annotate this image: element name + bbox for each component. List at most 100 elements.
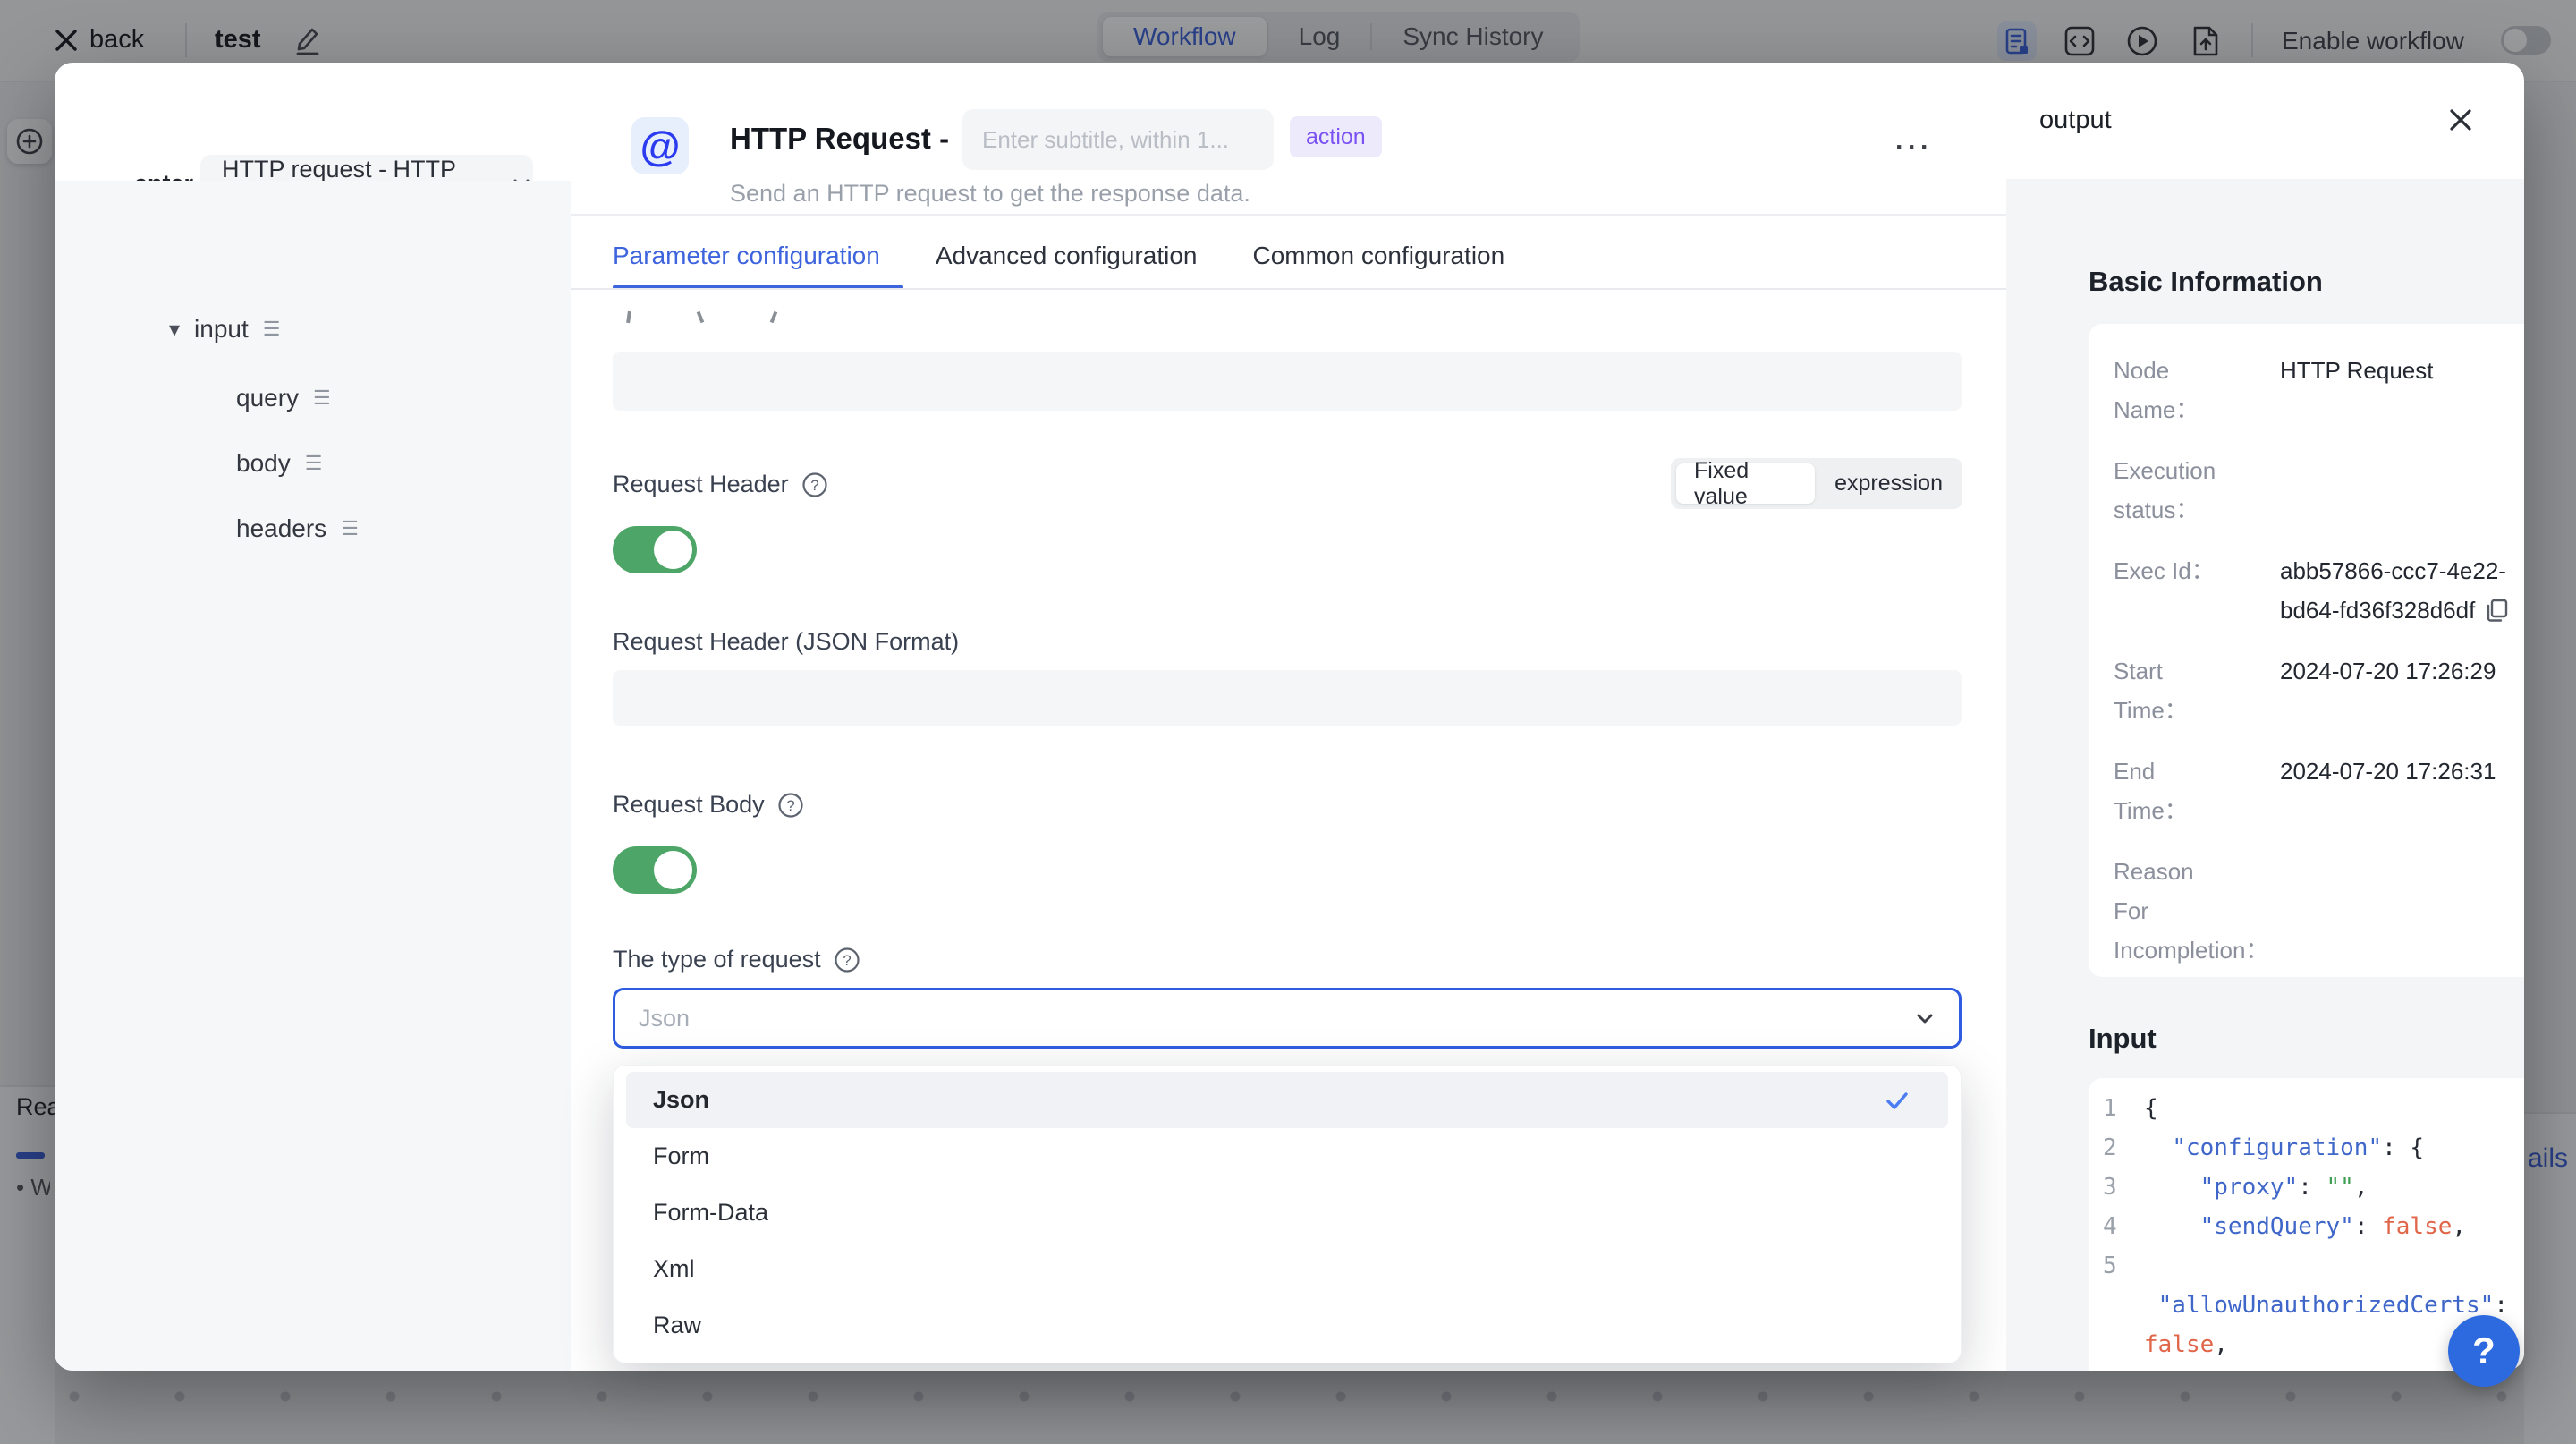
clipped-text-fragment	[626, 311, 631, 323]
code-line: 3 "proxy": "",	[2103, 1168, 2524, 1207]
info-value: 2024-07-20 17:26:31	[2280, 752, 2524, 791]
line-content: "allowUnauthorizedCerts":	[2144, 1286, 2508, 1325]
request-type-select[interactable]: Json	[613, 988, 1962, 1049]
value-mode-switch: Fixed valueexpression	[1671, 458, 1962, 509]
info-row: End Time： 2024-07-20 17:26:31	[2114, 752, 2524, 830]
dropdown-option-label: Form	[653, 1142, 709, 1170]
node-description: Send an HTTP request to get the response…	[730, 180, 1250, 208]
action-badge: action	[1290, 116, 1382, 157]
json-header-label: Request Header (JSON Format)	[613, 628, 959, 656]
json-header-textarea[interactable]	[613, 670, 1962, 726]
tab-common-configuration[interactable]: Common configuration	[1252, 242, 1504, 292]
more-menu-icon[interactable]: ···	[1895, 132, 1933, 163]
request-type-dropdown: Json Form Form-Data Xml Raw	[613, 1065, 1962, 1363]
output-panel-title: output	[2039, 106, 2112, 135]
dropdown-option-json[interactable]: Json	[626, 1072, 1948, 1128]
line-content: "configuration": {	[2144, 1128, 2424, 1168]
value-mode-expression[interactable]: expression	[1815, 471, 1962, 497]
line-number: 1	[2103, 1089, 2144, 1128]
info-label: Reason For Incompletion：	[2114, 852, 2267, 970]
output-panel-body: Basic Information Node Name： HTTP Request…	[2006, 179, 2524, 1371]
value-mode-fixed-value[interactable]: Fixed value	[1676, 463, 1815, 504]
tree-node-label: query	[236, 384, 299, 412]
question-circle-icon: ?	[801, 471, 828, 498]
drag-handle-icon[interactable]: ☰	[305, 452, 323, 475]
help-button[interactable]: ?	[2448, 1315, 2520, 1387]
dropdown-option-label: Json	[653, 1086, 709, 1114]
info-label: Node Name：	[2114, 351, 2267, 429]
info-row: Exec Id：abb57866-ccc7-4e22-bd64-fd36f328…	[2114, 551, 2524, 630]
subtitle-input[interactable]: Enter subtitle, within 1...	[962, 109, 1274, 170]
dropdown-option-label: Raw	[653, 1312, 701, 1339]
close-icon[interactable]	[2441, 100, 2480, 140]
line-content: "sendQuery": false,	[2144, 1207, 2466, 1246]
info-value: HTTP Request	[2280, 351, 2524, 390]
line-content: false,	[2144, 1325, 2228, 1364]
code-line: 4 "sendQuery": false,	[2103, 1207, 2524, 1246]
request-body-toggle[interactable]	[613, 846, 697, 894]
basic-information-card: Node Name： HTTP Request Execution status： E…	[2089, 324, 2524, 977]
svg-text:?: ?	[843, 952, 851, 969]
chevron-down-icon	[1912, 1006, 1937, 1031]
clipped-text-fragment	[770, 311, 778, 324]
line-number: 5	[2103, 1246, 2144, 1286]
line-number: 4	[2103, 1207, 2144, 1246]
request-header-label: Request Header ?	[613, 471, 828, 498]
dropdown-option-label: Xml	[653, 1255, 695, 1283]
check-icon	[1884, 1087, 1911, 1114]
code-line: "allowUnauthorizedCerts":	[2103, 1286, 2524, 1325]
drag-handle-icon[interactable]: ☰	[313, 386, 331, 410]
drag-handle-icon[interactable]: ☰	[341, 517, 359, 540]
request-header-toggle[interactable]	[613, 526, 697, 573]
divider	[571, 288, 2061, 290]
dropdown-option-xml[interactable]: Xml	[626, 1241, 1948, 1297]
tab-advanced-configuration[interactable]: Advanced configuration	[936, 242, 1198, 292]
copy-icon[interactable]	[2484, 597, 2511, 624]
code-line: 5	[2103, 1246, 2524, 1286]
info-row: Execution status：	[2114, 451, 2524, 530]
info-label: Execution status：	[2114, 451, 2267, 530]
dropdown-option-form[interactable]: Form	[626, 1128, 1948, 1185]
code-line: 2 "configuration": {	[2103, 1128, 2524, 1168]
info-row: Reason For Incompletion：	[2114, 852, 2524, 970]
tree-node-headers[interactable]: headers ☰	[236, 514, 359, 543]
line-number	[2103, 1325, 2144, 1364]
line-number: 6	[2103, 1364, 2144, 1371]
request-body-label: Request Body ?	[613, 791, 804, 819]
line-content: "method": "GET",	[2144, 1364, 2424, 1371]
line-content: "proxy": "",	[2144, 1168, 2368, 1207]
code-line: 1{	[2103, 1089, 2524, 1128]
info-label: End Time：	[2114, 752, 2267, 830]
tree-node-query[interactable]: query ☰	[236, 384, 331, 412]
tree-node-label: headers	[236, 514, 326, 543]
dropdown-option-label: Form-Data	[653, 1199, 768, 1227]
tree-node-input[interactable]: ▾ input ☰	[169, 315, 281, 344]
info-value: 2024-07-20 17:26:29	[2280, 651, 2524, 691]
line-number	[2103, 1286, 2144, 1325]
caret-down-icon[interactable]: ▾	[169, 317, 180, 343]
drag-handle-icon[interactable]: ☰	[263, 318, 281, 341]
line-content: {	[2144, 1089, 2158, 1128]
tree-node-body[interactable]: body ☰	[236, 449, 322, 478]
node-title: HTTP Request -	[730, 122, 949, 156]
subtitle-placeholder: Enter subtitle, within 1...	[982, 126, 1229, 154]
dropdown-option-raw[interactable]: Raw	[626, 1297, 1948, 1354]
info-row: Start Time： 2024-07-20 17:26:29	[2114, 651, 2524, 730]
request-type-label: The type of request ?	[613, 946, 860, 973]
question-circle-icon: ?	[834, 947, 860, 973]
dropdown-option-form-data[interactable]: Form-Data	[626, 1185, 1948, 1241]
info-value: abb57866-ccc7-4e22-bd64-fd36f328d6df	[2280, 551, 2524, 630]
line-number: 3	[2103, 1168, 2144, 1207]
svg-text:?: ?	[786, 797, 794, 814]
node-config-modal: enter HTTP request - HTTP request ▾ inpu…	[55, 63, 2524, 1371]
basic-information-heading: Basic Information	[2089, 266, 2323, 298]
info-label: Start Time：	[2114, 651, 2267, 730]
http-node-icon: @	[631, 117, 689, 174]
question-circle-icon: ?	[777, 792, 804, 819]
info-row: Node Name： HTTP Request	[2114, 351, 2524, 429]
app-root: back test WorkflowLogSync History Enable…	[0, 0, 2576, 1444]
tree-node-label: body	[236, 449, 291, 478]
line-number: 2	[2103, 1128, 2144, 1168]
empty-field[interactable]	[613, 352, 1962, 411]
svg-text:?: ?	[810, 477, 818, 494]
